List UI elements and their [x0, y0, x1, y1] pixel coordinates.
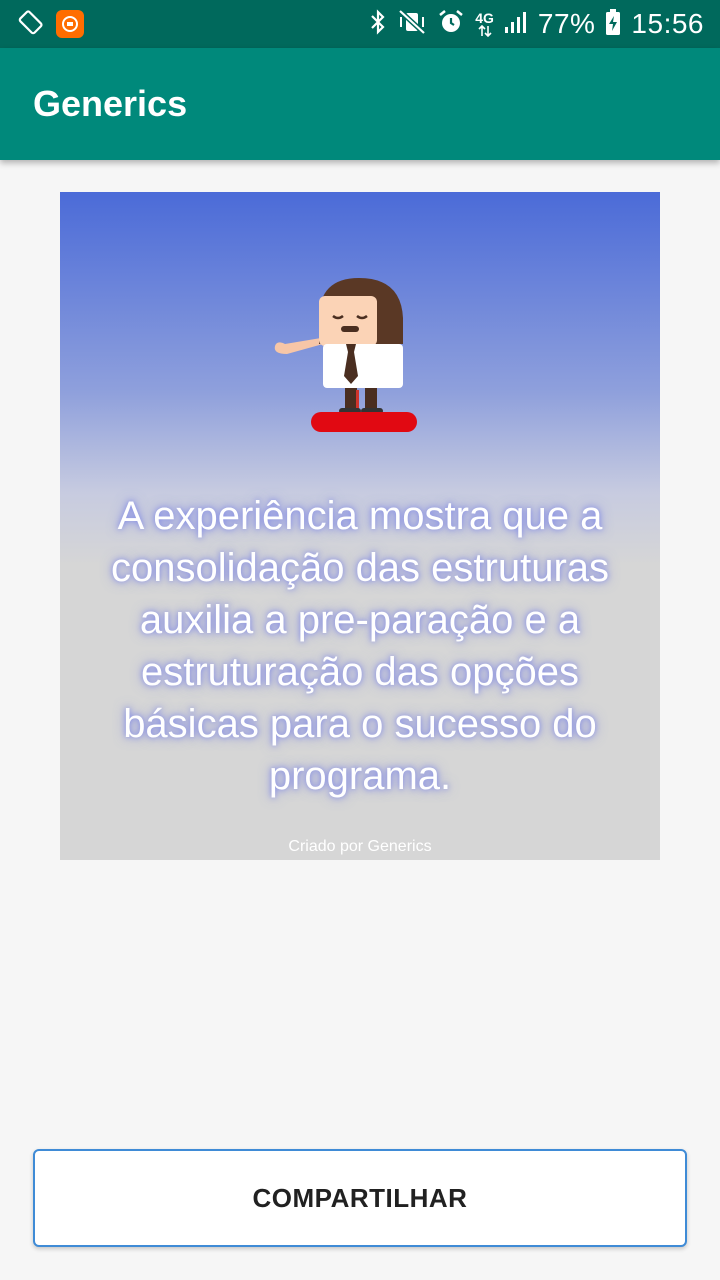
- data-arrows-icon: [477, 25, 492, 37]
- app-title: Generics: [33, 83, 188, 124]
- share-button[interactable]: COMPARTILHAR: [33, 1149, 687, 1247]
- status-bar: 4G 77% 15:56: [0, 0, 720, 48]
- vibrate-mute-icon: [397, 8, 427, 41]
- bluetooth-icon: [369, 8, 387, 41]
- battery-charging-icon: [605, 8, 621, 41]
- clock: 15:56: [631, 8, 704, 39]
- businessman-illustration-icon: [274, 278, 417, 432]
- alarm-icon: [437, 8, 465, 41]
- quote-card: A experiência mostra que a consolidação …: [60, 192, 660, 860]
- app-bar: Generics: [0, 48, 720, 160]
- network-type: 4G: [475, 10, 494, 26]
- credit-text: Criado por Generics: [288, 838, 432, 855]
- app-notification-icon: [56, 10, 84, 38]
- screen-rotation-icon: [18, 9, 44, 40]
- status-bar-right: 4G 77% 15:56: [359, 8, 704, 41]
- battery-percentage: 77%: [537, 8, 596, 39]
- signal-icon: [504, 10, 528, 39]
- status-bar-left: [18, 9, 96, 40]
- quote-text: A experiência mostra que a consolidação …: [110, 494, 610, 798]
- network-indicator: 4G: [475, 11, 494, 37]
